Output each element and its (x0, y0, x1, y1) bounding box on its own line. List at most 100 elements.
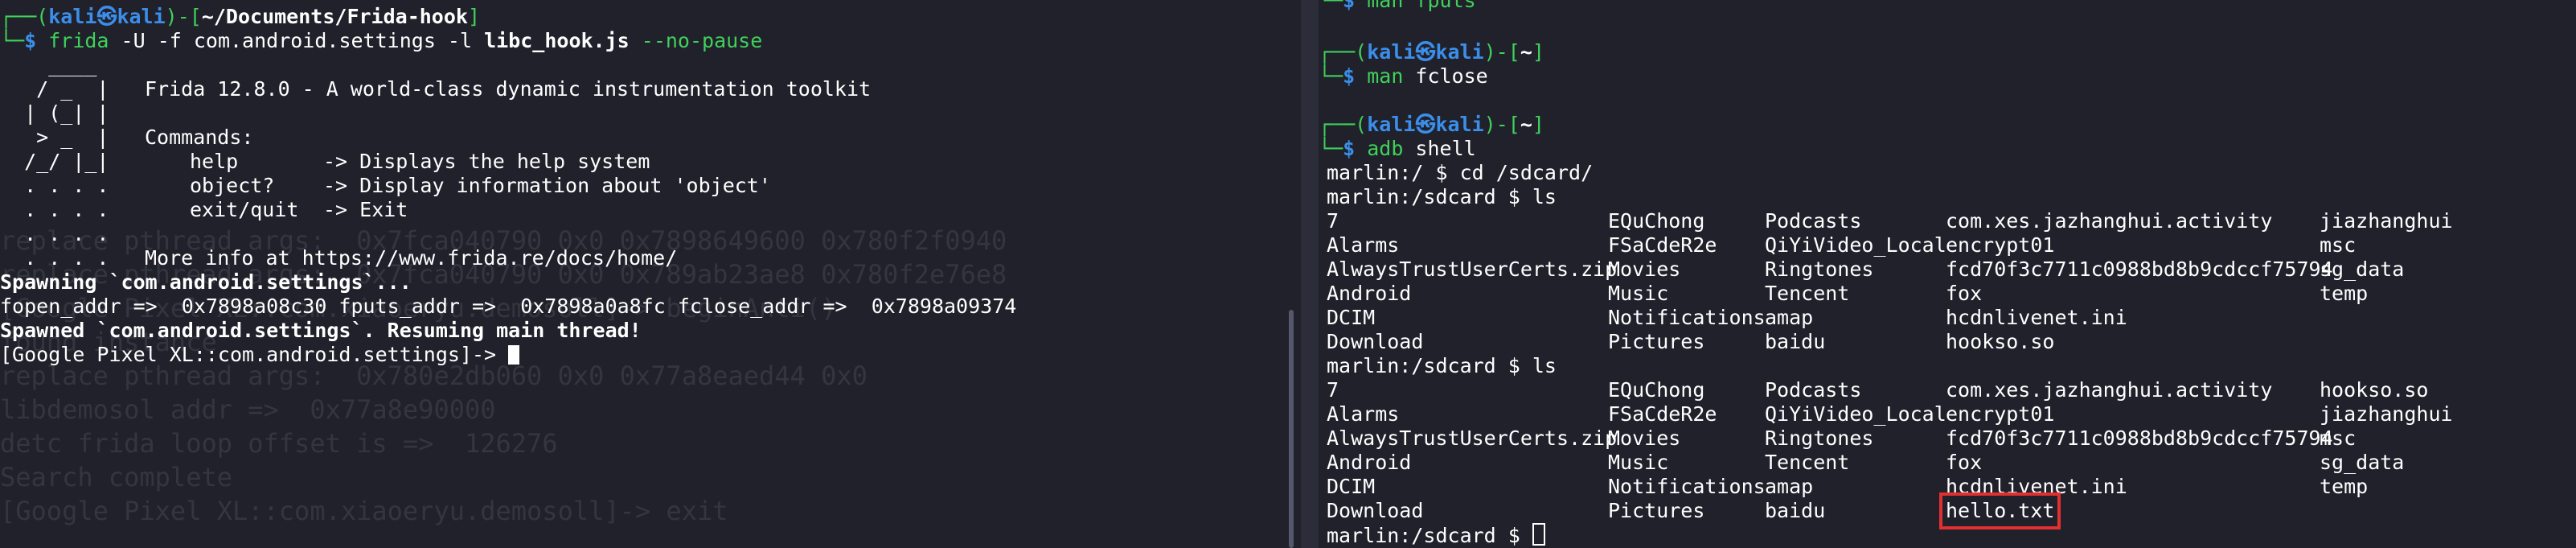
frida-command-line: └─$ frida -U -f com.android.settings -l … (0, 29, 763, 52)
highlighted-file-hello-txt: hello.txt (1938, 492, 2061, 529)
ls-entry: DCIM (1327, 475, 1376, 498)
right-terminal-pane[interactable]: └─$ man fputs ┌──(kali㉿kali)-[~] └─$ man… (1319, 0, 2576, 548)
ls-entry: msc (2320, 426, 2357, 450)
adb-ls-line-2: marlin:/sdcard $ ls (1327, 354, 1557, 377)
ghost-line: libdemosol addr => 0x77a8e90000 (0, 394, 496, 425)
commands-header: Commands: (145, 126, 254, 149)
ls-entry: AlwaysTrustUserCerts.zip (1327, 426, 1618, 450)
adb-cd-line: marlin:/ $ cd /sdcard/ (1327, 161, 1594, 184)
ls-entry: com.xes.jazhanghui.activity (1946, 209, 2273, 233)
ls-entry: encrypt01 (1946, 402, 2055, 426)
ls-entry: Download (1327, 330, 1424, 353)
pane-divider[interactable] (1301, 0, 1319, 548)
logo-line: . . . . (0, 246, 109, 270)
ls-entry: fcd70f3c7711c0988bd8b9cdccf75794 (1946, 426, 2333, 450)
ls-entry: amap (1765, 475, 1814, 498)
logo-line: . . . . (0, 198, 109, 221)
command-line-1: └─$ man fclose (1319, 64, 1488, 88)
ghost-line: Search complete (0, 462, 232, 492)
ls-entry: Music (1608, 451, 1669, 474)
frida-repl-prompt[interactable]: [Google Pixel XL::com.android.settings]-… (0, 343, 520, 367)
command-name: object? (190, 174, 275, 197)
ls-entry: com.xes.jazhanghui.activity (1946, 378, 2273, 402)
ls-entry: Pictures (1608, 330, 1705, 353)
left-terminal-pane[interactable]: replace pthread args: 0x7fca040790 0x0 0… (0, 0, 1301, 548)
frida-shell-prompt: ┌──(kali㉿kali)-[~/Documents/Frida-hook] (0, 5, 481, 28)
command-name: help (190, 150, 239, 173)
ls-entry: fcd70f3c7711c0988bd8b9cdccf75794 (1946, 258, 2333, 281)
ls-entry: Podcasts (1765, 209, 1862, 233)
frida-banner: Frida 12.8.0 - A world-class dynamic ins… (145, 77, 872, 101)
ls-entry: AlwaysTrustUserCerts.zip (1327, 258, 1618, 281)
ls-entry: Download (1327, 499, 1424, 522)
ls-entry: hcdnlivenet.ini (1946, 475, 2127, 498)
ls-entry: hookso.so (2320, 378, 2429, 402)
ls-entry: Movies (1608, 258, 1681, 281)
ls-entry: fox (1946, 451, 1983, 474)
ls-entry: Notifications (1608, 306, 1766, 329)
ls-entry: Alarms (1327, 402, 1400, 426)
command-description: -> Displays the help system (323, 150, 650, 173)
ls-entry: QiYiVideo_Local (1765, 233, 1946, 257)
more-info-line: More info at https://www.frida.re/docs/h… (145, 246, 678, 270)
ls-entry: temp (2320, 475, 2369, 498)
ls-entry: amap (1765, 306, 1814, 329)
spawning-line: Spawning `com.android.settings`... (0, 270, 412, 294)
ls-entry: EQuChong (1608, 209, 1705, 233)
ls-entry: msc (2320, 233, 2357, 257)
ls-entry: jiazhanghui (2320, 402, 2453, 426)
ls-entry: Android (1327, 451, 1412, 474)
ls-entry: Pictures (1608, 499, 1705, 522)
ls-entry: temp (2320, 282, 2369, 305)
ls-entry: 7 (1327, 209, 1339, 233)
ls-entry: encrypt01 (1946, 233, 2055, 257)
ls-entry: Tencent (1765, 282, 1850, 305)
ls-entry: DCIM (1327, 306, 1376, 329)
adb-ls-line-1: marlin:/sdcard $ ls (1327, 185, 1557, 208)
ls-entry: baidu (1765, 330, 1826, 353)
logo-line: > _ | (0, 126, 109, 149)
ls-entry: Notifications (1608, 475, 1766, 498)
command-name: exit/quit (190, 198, 299, 221)
logo-line: | (_| | (0, 101, 109, 125)
ls-entry: Ringtones (1765, 426, 1874, 450)
ls-entry: Movies (1608, 426, 1681, 450)
ls-entry: jiazhanghui (2320, 209, 2453, 233)
ls-entry: fox (1946, 282, 1983, 305)
command-description: -> Display information about 'object' (323, 174, 771, 197)
ls-entry: baidu (1765, 499, 1826, 522)
ls-entry: FSaCdeR2e (1608, 402, 1717, 426)
logo-line: / _ | (0, 77, 109, 101)
ls-entry: QiYiVideo_Local (1765, 402, 1946, 426)
left-scrollbar[interactable] (1289, 310, 1294, 548)
command-description: -> Exit (323, 198, 408, 221)
shell-prompt-1: ┌──(kali㉿kali)-[~] (1319, 40, 1544, 64)
ls-entry: Tencent (1765, 451, 1850, 474)
ls-entry: Podcasts (1765, 378, 1862, 402)
logo-line: . . . . (0, 174, 109, 197)
ls-entry: Alarms (1327, 233, 1400, 257)
spawned-line: Spawned `com.android.settings`. Resuming… (0, 319, 642, 342)
ls-entry: hookso.so (1946, 330, 2055, 353)
ls-entry: sg_data (2320, 451, 2405, 474)
hook-addresses-line: fopen_addr => 0x7898a08c30 fputs_addr =>… (0, 295, 1017, 318)
ghost-line: detc frida loop offset is => 126276 (0, 428, 558, 459)
command-line-2: └─$ adb shell (1319, 137, 1476, 160)
logo-line: . . . . (0, 222, 109, 245)
ls-entry: 7 (1327, 378, 1339, 402)
adb-final-prompt[interactable]: marlin:/sdcard $ (1327, 523, 1545, 547)
previous-command-line: └─$ man fputs (1319, 0, 1476, 12)
logo-line: /_/ |_| (0, 150, 109, 173)
ls-entry: sg_data (2320, 258, 2405, 281)
shell-prompt-2: ┌──(kali㉿kali)-[~] (1319, 113, 1544, 136)
ls-entry: Android (1327, 282, 1412, 305)
ls-entry: Music (1608, 282, 1669, 305)
text-cursor (508, 345, 520, 365)
text-cursor-hollow (1532, 523, 1545, 546)
ls-entry: EQuChong (1608, 378, 1705, 402)
logo-line: ____ (0, 53, 97, 76)
ls-entry: hcdnlivenet.ini (1946, 306, 2127, 329)
ls-entry: FSaCdeR2e (1608, 233, 1717, 257)
ls-entry: Ringtones (1765, 258, 1874, 281)
ghost-line: [Google Pixel XL::com.xiaoeryu.demosoll]… (0, 496, 728, 526)
